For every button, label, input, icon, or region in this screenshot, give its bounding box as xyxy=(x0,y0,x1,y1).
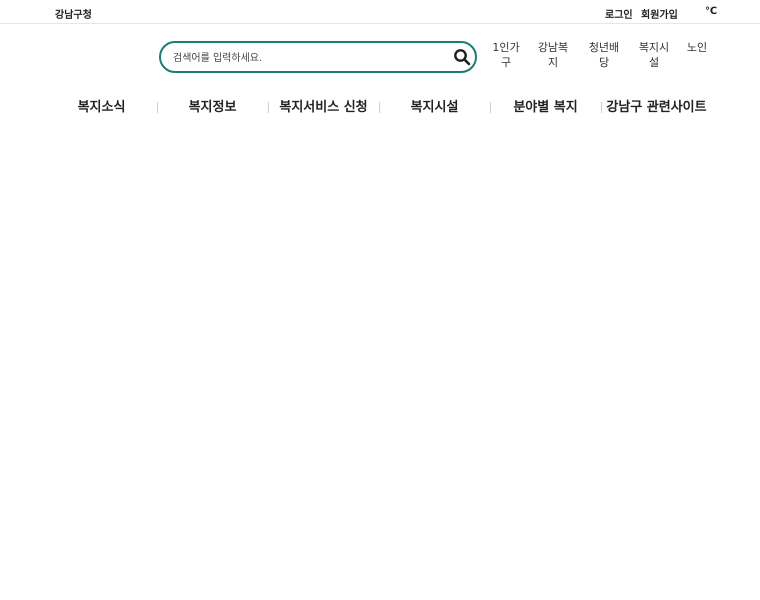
quick-link-welfare-facility[interactable]: 복지시설 xyxy=(636,40,672,70)
nav-welfare-facility[interactable]: 복지시설 xyxy=(379,98,490,120)
nav-welfare-info[interactable]: 복지정보 xyxy=(157,98,268,120)
site-brand-link[interactable]: 강남구청 xyxy=(55,6,92,21)
nav-gangnam-related-sites[interactable]: 강남구 관련사이트 xyxy=(601,98,712,120)
quick-link-gangnam-welfare[interactable]: 강남복지 xyxy=(535,40,571,70)
signup-link[interactable]: 회원가입 xyxy=(641,6,678,21)
login-link[interactable]: 로그인 xyxy=(605,6,633,21)
nav-welfare-news[interactable]: 복지소식 xyxy=(46,98,157,120)
quick-link-youth-dividend[interactable]: 청년배당 xyxy=(586,40,622,70)
search-box xyxy=(159,41,477,73)
temperature-display: ℃ xyxy=(705,6,718,17)
quick-link-single-household[interactable]: 1인가구 xyxy=(488,40,524,70)
top-utility-bar: 강남구청 로그인 회원가입 ℃ xyxy=(0,0,760,24)
nav-welfare-by-field[interactable]: 분야별 복지 xyxy=(490,98,601,120)
search-input[interactable] xyxy=(171,48,445,68)
nav-welfare-service-apply[interactable]: 복지서비스 신청 xyxy=(268,98,379,120)
main-navigation: 복지소식 복지정보 복지서비스 신청 복지시설 분야별 복지 강남구 관련사이트 xyxy=(46,98,714,120)
search-icon[interactable] xyxy=(453,48,471,66)
quick-link-senior[interactable]: 노인 xyxy=(686,40,708,55)
